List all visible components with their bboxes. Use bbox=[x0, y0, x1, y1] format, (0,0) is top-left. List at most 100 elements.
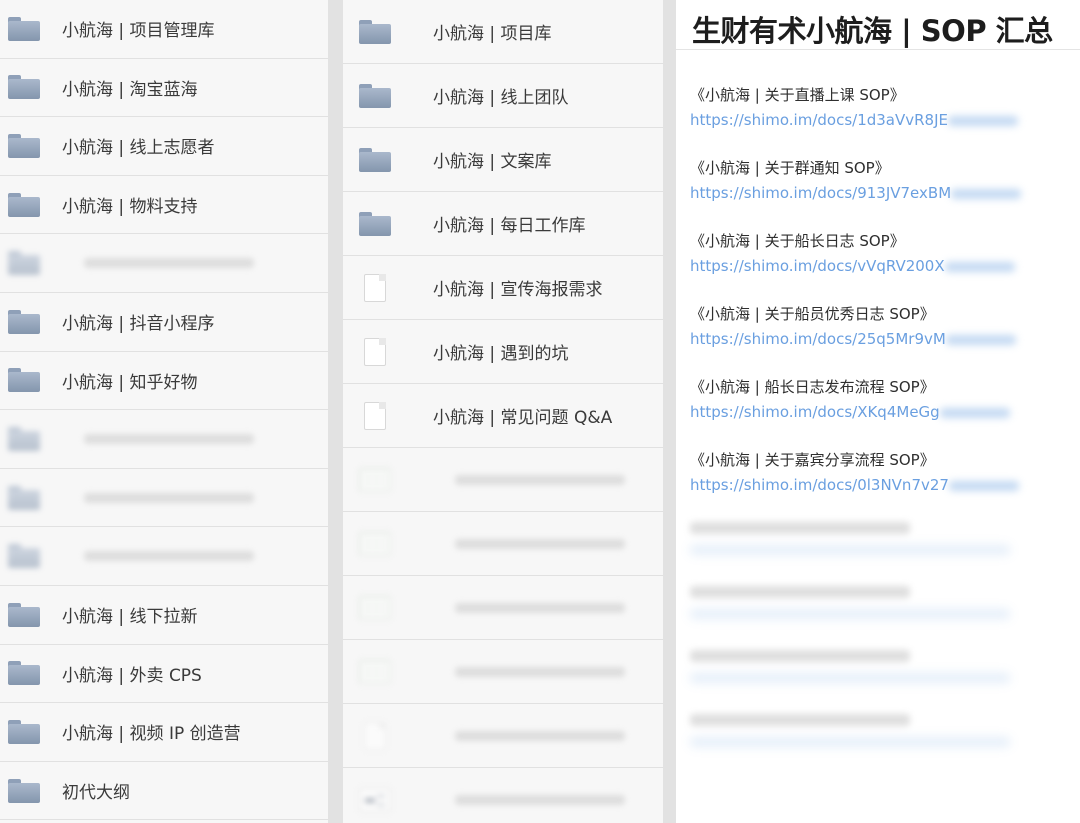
column-divider bbox=[663, 0, 676, 823]
list-item-label: 小航海 | 项目管理库 bbox=[62, 21, 215, 42]
redacted-link bbox=[690, 544, 1010, 555]
list-item[interactable]: 小航海 | 遇到的坑 bbox=[343, 320, 663, 384]
list-item-label: 小航海 | 遇到的坑 bbox=[433, 344, 569, 364]
list-item[interactable] bbox=[0, 234, 328, 293]
document-icon bbox=[364, 273, 386, 302]
list-item[interactable] bbox=[343, 448, 663, 512]
folder-icon bbox=[8, 778, 40, 803]
sop-link-text[interactable]: https://shimo.im/docs/25q5Mr9vM bbox=[690, 330, 946, 348]
list-item-label: 小航海 | 物料支持 bbox=[62, 197, 198, 218]
folder-icon bbox=[8, 133, 40, 158]
sop-link[interactable]: https://shimo.im/docs/1d3aVvR8JE bbox=[690, 111, 1080, 129]
list-item[interactable]: 小航海 | 线上志愿者 bbox=[0, 117, 328, 176]
list-item-label: 小航海 | 知乎好物 bbox=[62, 372, 198, 393]
list-item[interactable]: 小航海 | 线下拉新 bbox=[0, 585, 328, 645]
spreadsheet-icon bbox=[359, 595, 391, 620]
list-item[interactable]: 小航海 | 宣传海报需求 bbox=[343, 256, 663, 320]
sop-entry: 《小航海 | 关于船员优秀日志 SOP》 https://shimo.im/doc… bbox=[690, 303, 1080, 348]
sop-title bbox=[690, 714, 910, 726]
redacted-link bbox=[690, 608, 1010, 619]
list-item[interactable]: 小航海 | 每日工作库 bbox=[343, 192, 663, 256]
folder-list-left: 小航海 | 项目管理库小航海 | 淘宝蓝海 小航海 | 线上志愿者小航海 | 物料… bbox=[0, 0, 328, 823]
redacted-label bbox=[455, 538, 625, 549]
folder-icon bbox=[8, 309, 40, 334]
list-item[interactable] bbox=[343, 704, 663, 768]
document-icon bbox=[364, 337, 386, 366]
list-item[interactable]: 小航海 | 物料支持 bbox=[0, 175, 328, 235]
folder-icon bbox=[8, 485, 40, 510]
sop-link-text[interactable]: https://shimo.im/docs/913JV7exBM bbox=[690, 184, 951, 202]
list-item[interactable] bbox=[343, 512, 663, 576]
list-item[interactable]: 小航海 | 项目库 bbox=[343, 0, 663, 64]
list-item[interactable]: 初代大纲 bbox=[0, 761, 328, 821]
list-item-label: 小航海 | 文案库 bbox=[433, 152, 552, 172]
sop-title bbox=[690, 586, 910, 598]
sop-entry bbox=[690, 522, 1080, 558]
sop-title: 《小航海 | 关于直播上课 SOP》 bbox=[690, 86, 905, 104]
list-item[interactable]: 小航海 | 淘宝蓝海 bbox=[0, 58, 328, 118]
sop-title: 《小航海 | 关于嘉宾分享流程 SOP》 bbox=[690, 451, 935, 469]
list-item[interactable]: 小航海 | 文案库 bbox=[343, 128, 663, 192]
list-item[interactable] bbox=[343, 640, 663, 704]
list-item-label: 初代大纲 bbox=[62, 783, 130, 804]
sop-link[interactable]: https://shimo.im/docs/0l3NVn7v27 bbox=[690, 476, 1080, 494]
sop-link[interactable] bbox=[690, 540, 1080, 558]
sop-link-text[interactable]: https://shimo.im/docs/1d3aVvR8JE bbox=[690, 111, 948, 129]
sop-link[interactable] bbox=[690, 732, 1080, 750]
folder-icon bbox=[8, 719, 40, 744]
column-divider bbox=[328, 0, 343, 823]
folder-icon bbox=[8, 426, 40, 451]
list-item-label: 小航海 | 线上团队 bbox=[433, 88, 569, 108]
sop-entry: 《小航海 | 关于直播上课 SOP》 https://shimo.im/docs/… bbox=[690, 84, 1080, 129]
list-item-label: 小航海 | 常见问题 Q&A bbox=[433, 408, 613, 428]
sop-link[interactable] bbox=[690, 604, 1080, 622]
sop-title: 《小航海 | 关于船长日志 SOP》 bbox=[690, 232, 905, 250]
list-item[interactable] bbox=[0, 468, 328, 528]
sop-link-text[interactable]: https://shimo.im/docs/0l3NVn7v27 bbox=[690, 476, 949, 494]
sop-link[interactable]: https://shimo.im/docs/XKq4MeGg bbox=[690, 403, 1080, 421]
redacted-label bbox=[84, 433, 254, 444]
list-item-label: 小航海 | 视频 IP 创造营 bbox=[62, 724, 241, 745]
list-item[interactable] bbox=[343, 576, 663, 640]
redacted-link bbox=[948, 115, 1019, 126]
list-item[interactable]: 小航海 | 外卖 CPS bbox=[0, 644, 328, 704]
sop-title bbox=[690, 650, 910, 662]
sop-link-text[interactable]: https://shimo.im/docs/vVqRV200X bbox=[690, 257, 945, 275]
sop-entry: 《小航海 | 关于群通知 SOP》 https://shimo.im/docs/9… bbox=[690, 157, 1080, 202]
redacted-label bbox=[455, 794, 625, 805]
sop-list: 《小航海 | 关于直播上课 SOP》 https://shimo.im/docs/… bbox=[676, 84, 1080, 750]
list-item[interactable]: 小航海 | 视频 IP 创造营 bbox=[0, 703, 328, 762]
folder-icon bbox=[359, 211, 391, 236]
redacted-link bbox=[690, 736, 1010, 747]
folder-icon bbox=[8, 544, 40, 569]
folder-icon bbox=[8, 661, 40, 686]
list-item[interactable]: 小航海 | 常见问题 Q&A bbox=[343, 384, 663, 448]
folder-icon bbox=[8, 16, 40, 41]
sop-title bbox=[690, 522, 910, 534]
list-item[interactable] bbox=[343, 768, 663, 823]
document-icon bbox=[364, 721, 386, 750]
redacted-label bbox=[455, 730, 625, 741]
redacted-link bbox=[948, 480, 1019, 491]
sop-link[interactable] bbox=[690, 668, 1080, 686]
redacted-label bbox=[84, 258, 254, 269]
sop-link[interactable]: https://shimo.im/docs/vVqRV200X bbox=[690, 257, 1080, 275]
list-item[interactable] bbox=[0, 527, 328, 586]
redacted-link bbox=[945, 334, 1016, 345]
list-item[interactable]: 小航海 | 知乎好物 bbox=[0, 351, 328, 411]
list-item[interactable]: 小航海 | 抖音小程序 bbox=[0, 292, 328, 352]
page-title: 生财有术小航海 | SOP 汇总 bbox=[676, 0, 1080, 50]
redacted-label bbox=[455, 474, 625, 485]
sop-link-text[interactable]: https://shimo.im/docs/XKq4MeGg bbox=[690, 403, 940, 421]
document-icon bbox=[364, 401, 386, 430]
folder-icon bbox=[8, 192, 40, 217]
folder-icon bbox=[359, 19, 391, 44]
list-item[interactable]: 小航海 | 线上团队 bbox=[343, 64, 663, 128]
list-item[interactable] bbox=[0, 410, 328, 469]
list-item[interactable]: 小航海 | 项目管理库 bbox=[0, 0, 328, 59]
sop-link[interactable]: https://shimo.im/docs/913JV7exBM bbox=[690, 184, 1080, 202]
redacted-label bbox=[455, 602, 625, 613]
folder-icon bbox=[8, 368, 40, 393]
sop-link[interactable]: https://shimo.im/docs/25q5Mr9vM bbox=[690, 330, 1080, 348]
folder-icon bbox=[359, 83, 391, 108]
